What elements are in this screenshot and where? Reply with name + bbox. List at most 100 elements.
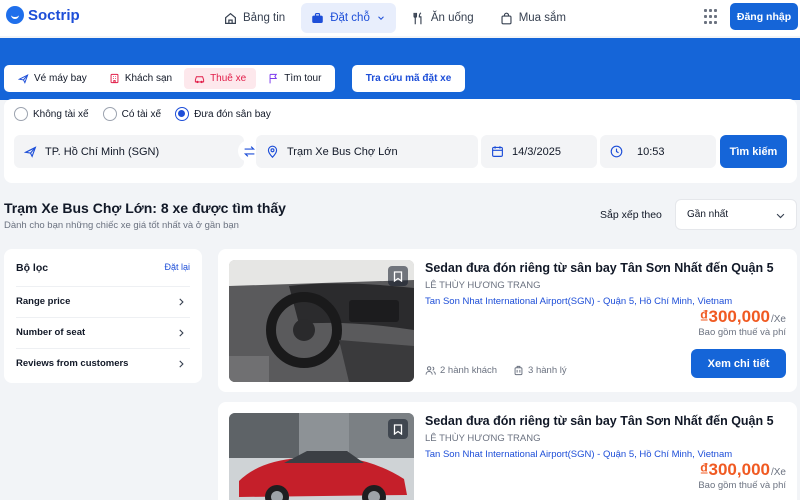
swap-icon (243, 145, 255, 157)
listing-route: Tan Son Nhat International Airport(SGN) … (425, 449, 733, 460)
nav-item-news[interactable]: Bảng tin (214, 3, 295, 33)
results-subtitle: Dành cho bạn những chiếc xe giá tốt nhất… (4, 220, 239, 231)
car-photo (229, 260, 414, 382)
tab-label: Tìm tour (284, 73, 322, 84)
apps-grid-icon[interactable] (704, 9, 720, 25)
filter-number-of-seat[interactable]: Number of seat (16, 317, 190, 347)
sort-label: Sắp xếp theo (600, 209, 662, 221)
filter-item-label: Reviews from customers (16, 358, 129, 369)
nav-label: Bảng tin (243, 12, 286, 24)
radio-circle-icon (102, 107, 117, 121)
radio-label: Đưa đón sân bay (194, 108, 271, 120)
destination-field[interactable]: Trạm Xe Bus Chợ Lớn (256, 135, 478, 168)
bookmark-button[interactable] (388, 419, 408, 439)
nav-label: Đặt chỗ (330, 12, 370, 24)
car-interior-image (229, 260, 414, 382)
radio-airport-transfer[interactable]: Đưa đón sân bay (175, 107, 271, 121)
nav-label: Ăn uống (430, 12, 474, 24)
search-panel: Không tài xế Có tài xế Đưa đón sân bay T… (4, 99, 797, 183)
time-field[interactable]: 10:53 (600, 135, 716, 168)
nav-label: Mua sắm (518, 12, 566, 24)
luggage-count: 3 hành lý (513, 365, 567, 376)
listing-price: ₫300,000 (699, 307, 770, 326)
date-field[interactable]: 14/3/2025 (481, 135, 597, 168)
logo-icon (6, 6, 24, 24)
booking-lookup-button[interactable]: Tra cứu mã đặt xe (352, 65, 465, 92)
chevron-down-icon (776, 213, 785, 219)
car-icon (194, 76, 205, 84)
tab-label: Khách sạn (124, 73, 173, 84)
chevron-right-icon (179, 298, 184, 306)
destination-value: Trạm Xe Bus Chợ Lớn (287, 145, 398, 158)
price-block: ₫300,000 /Xe (700, 460, 786, 480)
search-button[interactable]: Tìm kiếm (720, 135, 787, 168)
view-details-button[interactable]: Xem chi tiết (691, 349, 786, 378)
location-pin-icon (267, 145, 278, 158)
brand-logo[interactable]: Soctrip (6, 6, 80, 24)
nav-item-booking[interactable]: Đặt chỗ (301, 3, 396, 33)
red-sedan-image (229, 413, 414, 500)
home-icon (225, 12, 236, 24)
bookmark-button[interactable] (388, 266, 408, 286)
plane-icon (18, 74, 29, 84)
tax-note: Bao gồm thuế và phí (698, 327, 786, 338)
plane-icon (24, 146, 37, 158)
briefcase-icon (312, 12, 323, 23)
login-button[interactable]: Đăng nhập (730, 3, 798, 30)
tab-flights[interactable]: Vé máy bay (8, 68, 97, 89)
sort-value: Gần nhất (687, 209, 729, 220)
main-nav: Bảng tin Đặt chỗ Ăn uống Mua sắm (214, 0, 576, 36)
radio-with-driver[interactable]: Có tài xế (102, 107, 161, 121)
tab-tours[interactable]: Tìm tour (258, 68, 331, 89)
radio-checked-icon (175, 107, 190, 121)
utensils-icon (413, 11, 422, 24)
radio-circle-icon (14, 107, 28, 121)
flag-icon (269, 73, 278, 84)
radio-label: Không tài xế (33, 108, 89, 120)
tax-note: Bao gồm thuế và phí (698, 480, 786, 491)
filter-item-label: Range price (16, 296, 71, 307)
luggage-count-label: 3 hành lý (528, 365, 567, 376)
listing-price: ₫300,000 (699, 460, 770, 479)
results-title: Trạm Xe Bus Chợ Lớn: 8 xe được tìm thấy (4, 200, 286, 216)
listing-title[interactable]: Sedan đưa đón riêng từ sân bay Tân Sơn N… (425, 414, 774, 428)
sort-dropdown[interactable]: Gần nhất (675, 199, 797, 230)
luggage-icon (514, 365, 523, 376)
bookmark-icon (393, 270, 403, 282)
filter-item-label: Number of seat (16, 327, 86, 338)
time-value: 10:53 (637, 145, 665, 158)
filter-reset-link[interactable]: Đặt lại (164, 262, 190, 272)
chevron-right-icon (179, 329, 184, 337)
origin-field[interactable]: TP. Hồ Chí Minh (SGN) (14, 135, 244, 168)
chevron-down-icon (377, 16, 384, 20)
listing-route: Tan Son Nhat International Airport(SGN) … (425, 296, 733, 307)
driver-name: LÊ THÙY HƯƠNG TRANG (425, 433, 541, 444)
shopping-bag-icon (501, 12, 512, 24)
transfer-type-options: Không tài xế Có tài xế Đưa đón sân bay (14, 107, 271, 121)
date-value: 14/3/2025 (512, 145, 561, 158)
filter-panel: Bộ lọc Đặt lại Range price Number of sea… (4, 249, 202, 383)
nav-item-shopping[interactable]: Mua sắm (490, 3, 576, 33)
car-listing-card[interactable]: Sedan đưa đón riêng từ sân bay Tân Sơn N… (218, 402, 797, 500)
price-block: ₫300,000 /Xe (700, 307, 786, 327)
car-photo (229, 413, 414, 500)
filter-reviews[interactable]: Reviews from customers (16, 348, 190, 378)
tab-car-rental[interactable]: Thuê xe (184, 68, 257, 89)
calendar-icon (492, 146, 503, 157)
price-unit: /Xe (770, 314, 786, 325)
brand-name: Soctrip (28, 6, 80, 24)
tab-label: Vé máy bay (34, 73, 87, 84)
top-navigation-bar: Soctrip Bảng tin Đặt chỗ Ăn uống Mua sắm… (0, 0, 800, 36)
tab-hotels[interactable]: Khách sạn (99, 68, 182, 89)
price-unit: /Xe (770, 467, 786, 478)
car-listing-card[interactable]: Sedan đưa đón riêng từ sân bay Tân Sơn N… (218, 249, 797, 392)
driver-name: LÊ THÙY HƯƠNG TRANG (425, 280, 541, 291)
origin-value: TP. Hồ Chí Minh (SGN) (45, 145, 160, 158)
chevron-right-icon (179, 360, 184, 368)
service-tabs: Vé máy bay Khách sạn Thuê xe Tìm tour (4, 65, 336, 92)
filter-range-price[interactable]: Range price (16, 286, 190, 316)
radio-no-driver[interactable]: Không tài xế (14, 107, 89, 121)
passenger-count-label: 2 hành khách (440, 365, 498, 376)
nav-item-food[interactable]: Ăn uống (402, 3, 484, 33)
listing-title[interactable]: Sedan đưa đón riêng từ sân bay Tân Sơn N… (425, 261, 774, 275)
